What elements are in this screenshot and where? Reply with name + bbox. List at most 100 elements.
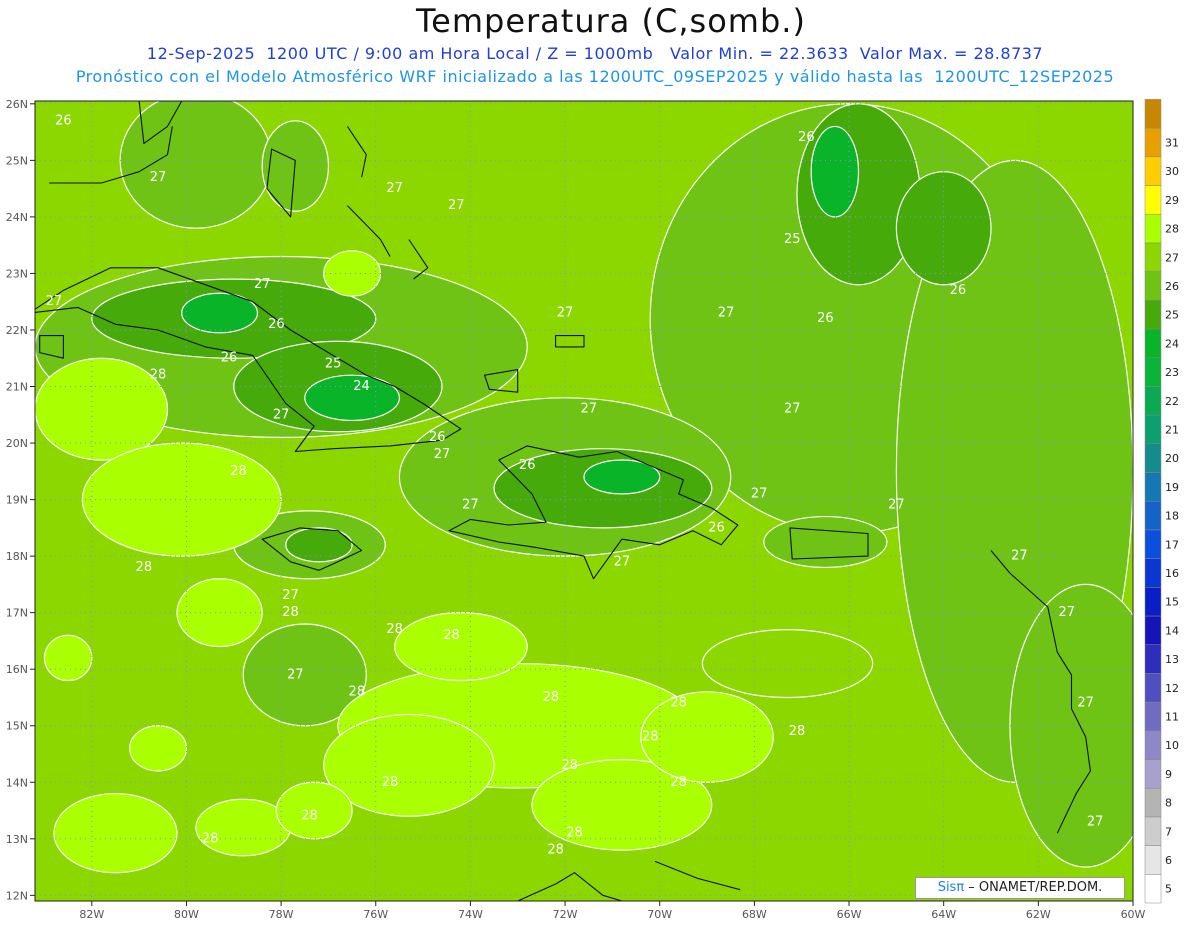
- contour-label: 27: [46, 294, 63, 309]
- contour-label: 27: [557, 306, 574, 321]
- contour-label: 27: [1058, 605, 1075, 620]
- colorbar-label: 21: [1165, 423, 1179, 436]
- contour-region-28: [176, 578, 263, 648]
- contour-region-25: [285, 527, 353, 563]
- colorbar-swatch: [1144, 443, 1162, 473]
- colorbar-swatch: [1144, 787, 1162, 818]
- colorbar-swatch: [1144, 615, 1162, 645]
- contour-region-28: [323, 250, 382, 297]
- lat-tick-label: 14N: [6, 776, 28, 789]
- longitude-axis: 82W 80W 78W 76W 74W 72W 70W 68W 66W 64W 62W 60W: [79, 901, 1146, 921]
- colorbar-label: 29: [1165, 194, 1179, 207]
- colorbar: 5 6 7 8 9 10 11 12 13 14 15 16 17 18 19 20 21 22 23 24 25 26 2…: [1144, 99, 1179, 904]
- colorbar-label: 14: [1165, 624, 1179, 637]
- contour-region-28: [640, 691, 774, 783]
- lat-tick-label: 25N: [6, 154, 28, 167]
- contour-region-28: [35, 357, 169, 461]
- colorbar-swatch: [1144, 558, 1162, 588]
- colorbar-label: 13: [1165, 653, 1179, 666]
- contour-label: 28: [789, 724, 806, 739]
- colorbar-label: 30: [1165, 165, 1179, 178]
- contour-label: 27: [254, 277, 271, 292]
- contour-label: 28: [642, 730, 659, 745]
- contour-region-25: [895, 171, 992, 286]
- credit-brand: Sisπ: [937, 880, 965, 895]
- contour-label: 26: [55, 113, 72, 128]
- contour-label: 27: [1077, 696, 1094, 711]
- colorbar-swatch: [1144, 386, 1162, 416]
- lat-tick-label: 19N: [6, 494, 28, 507]
- contour-region-28: [53, 792, 178, 874]
- colorbar-swatch: [1144, 529, 1162, 559]
- lon-tick-label: 80W: [174, 908, 199, 921]
- colorbar-swatch: [1144, 874, 1162, 904]
- colorbar-label: 15: [1165, 596, 1179, 609]
- colorbar-swatch: [1144, 414, 1162, 445]
- lat-tick-label: 23N: [6, 267, 28, 280]
- colorbar-label: 28: [1165, 223, 1179, 236]
- colorbar-swatch: [1144, 730, 1162, 760]
- contour-label: 27: [150, 170, 167, 185]
- lon-tick-label: 60W: [1121, 908, 1146, 921]
- contour-label: 28: [386, 622, 403, 637]
- contour-label: 27: [751, 486, 768, 501]
- contour-label: 28: [670, 696, 687, 711]
- contour-label: 27: [287, 667, 304, 682]
- contour-label: 25: [784, 232, 801, 247]
- contour-label: 28: [282, 605, 299, 620]
- contour-label: 27: [580, 402, 597, 417]
- contour-label: 28: [136, 560, 153, 575]
- contour-label: 27: [273, 407, 290, 422]
- contour-label: 27: [718, 306, 735, 321]
- contour-label: 28: [543, 690, 560, 705]
- lat-tick-label: 15N: [6, 720, 28, 733]
- latitude-axis: 12N 13N 14N 15N 16N 17N 18N 19N 20N 21N 22N 23N 24N 2…: [6, 98, 35, 902]
- colorbar-label: 31: [1165, 136, 1179, 149]
- lat-tick-label: 18N: [6, 550, 28, 563]
- contour-label: 28: [566, 826, 583, 841]
- colorbar-swatch: [1144, 816, 1162, 846]
- contour-region-28: [394, 612, 528, 682]
- lat-tick-label: 21N: [6, 381, 28, 394]
- colorbar-swatch: [1144, 759, 1162, 789]
- lat-tick-label: 17N: [6, 607, 28, 620]
- colorbar-label: 27: [1165, 251, 1179, 264]
- colorbar-label: 10: [1165, 739, 1179, 752]
- colorbar-swatch: [1144, 99, 1162, 129]
- colorbar-label: 5: [1165, 883, 1172, 896]
- colorbar-swatch: [1144, 644, 1162, 674]
- colorbar-label: 19: [1165, 481, 1179, 494]
- contour-label: 26: [519, 458, 536, 473]
- contour-label: 28: [382, 775, 399, 790]
- contour-region-28: [43, 634, 93, 682]
- contour-region-28: [129, 725, 188, 772]
- colorbar-swatch: [1144, 213, 1162, 244]
- contour-label: 27: [386, 181, 403, 196]
- lon-tick-label: 72W: [553, 908, 578, 921]
- lon-tick-label: 68W: [742, 908, 767, 921]
- colorbar-swatch: [1144, 328, 1162, 358]
- contour-label: 26: [798, 130, 815, 145]
- colorbar-swatch: [1144, 271, 1162, 301]
- colorbar-label: 22: [1165, 395, 1179, 408]
- lat-tick-label: 12N: [6, 889, 28, 902]
- contour-label: 26: [221, 351, 238, 366]
- colorbar-swatch: [1144, 127, 1162, 158]
- colorbar-label: 12: [1165, 682, 1179, 695]
- contour-region-28: [81, 442, 282, 557]
- colorbar-label: 8: [1165, 797, 1172, 810]
- contour-label: 28: [562, 758, 579, 773]
- plot-area: 262727272626 25242726272828272727 27272627…: [35, 101, 1133, 901]
- contour-label: 27: [614, 554, 631, 569]
- lat-tick-label: 26N: [6, 98, 28, 111]
- colorbar-swatch: [1144, 300, 1162, 330]
- contour-label: 28: [443, 628, 460, 643]
- lat-tick-label: 22N: [6, 324, 28, 337]
- colorbar-swatch: [1144, 185, 1162, 215]
- colorbar-swatch: [1144, 472, 1162, 502]
- contour-label: 28: [670, 775, 687, 790]
- temperature-map: 262727272626 25242726272828272727 27272627…: [6, 98, 1179, 921]
- contour-label: 26: [429, 430, 446, 445]
- credit-org: – ONAMET/REP.DOM.: [964, 880, 1103, 895]
- lat-tick-label: 16N: [6, 663, 28, 676]
